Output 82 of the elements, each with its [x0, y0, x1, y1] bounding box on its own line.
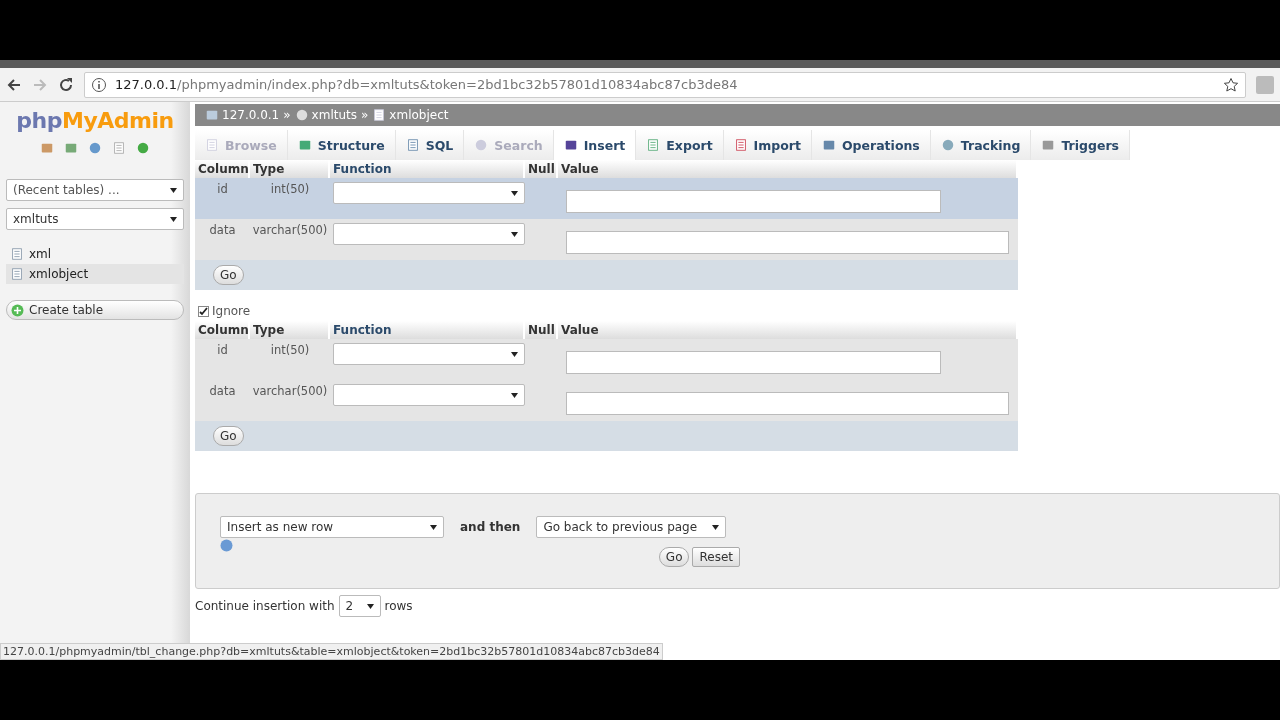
and-then-label: and then: [460, 520, 521, 534]
function-select[interactable]: [333, 182, 525, 204]
caret-icon: [366, 603, 374, 609]
insert-mode-select[interactable]: Insert as new row: [220, 516, 444, 538]
ignore-label: Ignore: [212, 304, 251, 318]
tab[interactable]: SQL: [395, 130, 465, 160]
table-icon: [372, 108, 387, 122]
column-header: Value: [558, 160, 1016, 178]
go-button[interactable]: Go: [213, 265, 244, 285]
column-name: data: [208, 383, 237, 400]
value-input[interactable]: [566, 351, 941, 374]
go-button[interactable]: Go: [658, 547, 690, 567]
column-type: varchar(500): [251, 222, 329, 239]
caret-icon: [511, 392, 518, 398]
breadcrumb-separator: »: [361, 108, 369, 122]
continue-label: Continue insertion with: [195, 599, 335, 613]
ignore-checkbox[interactable]: [198, 305, 209, 317]
breadcrumb-link[interactable]: xmltuts: [294, 108, 357, 122]
caret-icon: [511, 190, 518, 196]
column-header: Function: [330, 321, 523, 339]
rows-label: rows: [384, 599, 413, 613]
tab[interactable]: Tracking: [930, 130, 1032, 160]
database-select[interactable]: xmltuts: [6, 208, 184, 230]
tab[interactable]: Operations: [811, 130, 931, 160]
reset-button[interactable]: Reset: [692, 547, 740, 567]
column-name: data: [208, 222, 237, 239]
document-icon: [405, 138, 420, 152]
go-button[interactable]: Go: [213, 426, 244, 446]
status-url: 127.0.0.1/phpmyadmin/tbl_change.php?db=xmltuts&table=xmlobject&token=2bd1bc32b57801d10834abc87cb3de84: [0, 643, 663, 660]
create-table-button[interactable]: Create table: [6, 300, 184, 320]
reload-icon[interactable]: [58, 76, 74, 93]
recent-tables-select[interactable]: (Recent tables) ...: [6, 179, 184, 201]
column-type: int(50): [269, 342, 311, 359]
info-icon: [91, 76, 107, 93]
column-type: int(50): [269, 181, 311, 198]
table-item[interactable]: xml: [6, 244, 184, 264]
table-icon: [205, 138, 219, 152]
function-select[interactable]: [333, 223, 525, 245]
function-select[interactable]: [333, 384, 525, 406]
back-icon[interactable]: [6, 76, 22, 93]
export-icon: [646, 138, 661, 152]
column-header: Type: [250, 321, 328, 339]
extension-icon[interactable]: [1256, 75, 1274, 94]
address-bar[interactable]: 127.0.0.1/phpmyadmin/index.php?db=xmltuts&token=2bd1bc32b57801d10834abc87cb3de84: [84, 71, 1246, 98]
caret-icon: [430, 524, 437, 530]
star-icon[interactable]: [1223, 76, 1239, 93]
column-name: id: [216, 342, 229, 359]
forward-icon[interactable]: [32, 76, 48, 93]
caret-icon: [170, 187, 177, 193]
logo[interactable]: phpMyAdmin: [6, 108, 184, 133]
plus-icon: [11, 303, 24, 317]
caret-icon: [712, 524, 720, 530]
breadcrumb-link[interactable]: 127.0.0.1: [205, 108, 280, 122]
caret-icon: [511, 351, 518, 357]
column-name: id: [216, 181, 229, 198]
tab[interactable]: Import: [723, 130, 812, 160]
caret-icon: [170, 216, 177, 222]
table-icon: [10, 247, 24, 261]
column-header: Null: [525, 321, 556, 339]
column-type: varchar(500): [251, 383, 329, 400]
column-header: Value: [558, 321, 1016, 339]
column-header: Type: [250, 160, 328, 178]
column-header: Null: [525, 160, 556, 178]
function-select[interactable]: [333, 343, 525, 365]
row-count-select[interactable]: 2: [338, 595, 381, 617]
column-header: Column: [195, 321, 248, 339]
import-icon: [733, 138, 748, 152]
table-icon: [10, 267, 24, 281]
caret-icon: [511, 231, 518, 237]
breadcrumb-link[interactable]: xmlobject: [372, 108, 449, 122]
value-input[interactable]: [566, 190, 941, 213]
value-input[interactable]: [566, 392, 1009, 415]
tab[interactable]: Export: [636, 130, 724, 160]
url-text: 127.0.0.1/phpmyadmin/index.php?db=xmltuts&token=2bd1bc32b57801d10834abc87cb3de84: [115, 77, 738, 92]
tab[interactable]: Structure: [287, 130, 396, 160]
after-insert-select[interactable]: Go back to previous page: [536, 516, 727, 538]
tab[interactable]: Triggers: [1031, 130, 1130, 160]
column-header: Column: [195, 160, 248, 178]
column-header: Function: [330, 160, 523, 178]
breadcrumb-separator: »: [283, 108, 291, 122]
value-input[interactable]: [566, 231, 1009, 254]
document-icon: [112, 141, 126, 155]
